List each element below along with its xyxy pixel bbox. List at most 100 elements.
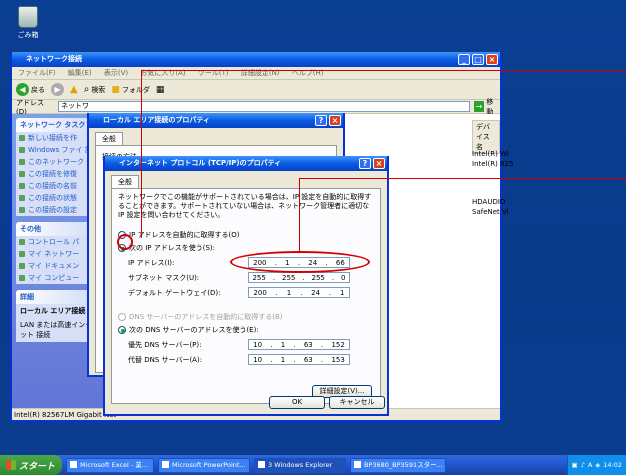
- windows-logo-icon: [6, 460, 16, 470]
- address-input[interactable]: ネットワ: [58, 101, 470, 112]
- ip-octet: 0: [341, 273, 346, 282]
- annotation-line: [299, 178, 300, 252]
- gateway-input[interactable]: 200. 1. 24. 1: [248, 287, 350, 298]
- annotation-line: [141, 70, 626, 71]
- explorer-title: ネットワーク接続: [26, 55, 82, 63]
- annotation-circle-radio: [117, 234, 133, 250]
- ip-octet: 10: [253, 355, 263, 364]
- tcpip-title: インターネット プロトコル (TCP/IP)のプロパティ: [119, 159, 282, 167]
- menu-edit[interactable]: 編集(E): [68, 69, 92, 77]
- explorer-menubar: ファイル(F) 編集(E) 表示(V) お気に入り(A) ツール(T) 詳細設定…: [12, 67, 500, 80]
- tcpip-titlebar[interactable]: インターネット プロトコル (TCP/IP)のプロパティ ? ×: [105, 156, 387, 171]
- menu-file[interactable]: ファイル(F): [18, 69, 56, 77]
- up-folder-icon: ▲: [70, 84, 78, 95]
- ip-octet: 63: [303, 355, 313, 364]
- taskbar-item-excel[interactable]: Microsoft Excel - 業...: [66, 457, 154, 473]
- auto-ip-radio[interactable]: IP アドレスを自動的に取得する(O): [118, 230, 374, 240]
- ip-octet: 63: [303, 340, 313, 349]
- excel-icon: [70, 460, 77, 468]
- device-name: HDAUDIO: [472, 198, 506, 206]
- tcpip-properties-dialog: インターネット プロトコル (TCP/IP)のプロパティ ? × 全般 ネットワ…: [103, 156, 389, 416]
- ip-octet: 10: [253, 340, 263, 349]
- gateway-row: デフォルト ゲートウェイ(D): 200. 1. 24. 1: [128, 286, 374, 299]
- folder-icon: ■: [111, 84, 120, 95]
- volume-icon[interactable]: ♪: [581, 461, 585, 469]
- tcpip-tab-body: ネットワークでこの機能がサポートされている場合は、IP 設定を自動的に取得するこ…: [111, 188, 381, 404]
- folders-label: フォルダ: [121, 85, 150, 94]
- cancel-button[interactable]: キャンセル: [329, 396, 385, 409]
- task-label: Microsoft Excel - 業...: [80, 460, 149, 469]
- recycle-bin-icon: [18, 6, 38, 28]
- ok-button[interactable]: OK: [269, 396, 325, 409]
- annotation-line: [299, 178, 626, 179]
- column-device-name[interactable]: デバイス名: [472, 120, 500, 154]
- ip-octet: 1: [340, 288, 345, 297]
- manual-ip-label: 次の IP アドレスを使う(S):: [129, 244, 215, 252]
- preferred-dns-input[interactable]: 10. 1. 63. 152: [248, 339, 350, 350]
- forward-button[interactable]: ▶: [51, 83, 64, 96]
- subnet-mask-input[interactable]: 255. 255. 255. 0: [248, 272, 350, 283]
- alternate-dns-input[interactable]: 10. 1. 63. 153: [248, 354, 350, 365]
- start-label: スタート: [19, 461, 56, 472]
- ip-octet: 255: [281, 273, 296, 282]
- search-button[interactable]: ⌕ 検索: [84, 84, 106, 95]
- taskbar-item-powerpoint[interactable]: Microsoft PowerPoint...: [158, 457, 250, 473]
- minimize-button[interactable]: _: [458, 54, 470, 65]
- search-label: 検索: [91, 85, 106, 94]
- ip-octet: 152: [331, 340, 345, 349]
- tcpip-description: ネットワークでこの機能がサポートされている場合は、IP 設定を自動的に取得するこ…: [118, 193, 372, 219]
- help-button[interactable]: ?: [359, 158, 371, 169]
- shield-icon[interactable]: ◈: [595, 461, 600, 469]
- manual-dns-radio[interactable]: 次の DNS サーバーのアドレスを使う(E):: [118, 325, 374, 335]
- start-button[interactable]: スタート: [0, 455, 62, 475]
- address-label: アドレス(D): [16, 98, 44, 116]
- up-folder-button[interactable]: ▲: [70, 84, 78, 95]
- maximize-button[interactable]: □: [472, 54, 484, 65]
- powerpoint-icon: [162, 460, 169, 468]
- manual-dns-label: 次の DNS サーバーのアドレスを使う(E):: [129, 326, 259, 334]
- system-tray: ▣ ♪ A ◈ 14:02: [566, 455, 626, 475]
- subnet-mask-label: サブネット マスク(U):: [128, 273, 200, 282]
- menu-view[interactable]: 表示(V): [104, 69, 128, 77]
- taskbar-item-document[interactable]: BP3680_BP3591スター...: [350, 457, 446, 473]
- help-button[interactable]: ?: [315, 115, 327, 126]
- recycle-bin[interactable]: ごみ箱: [10, 6, 46, 40]
- auto-dns-radio[interactable]: DNS サーバーのアドレスを自動的に取得する(B): [118, 312, 374, 322]
- annotation-circle-ip: [230, 251, 370, 273]
- tab-general[interactable]: 全般: [95, 132, 123, 145]
- device-name: SafeNet Vi: [472, 208, 509, 216]
- views-button[interactable]: ▦: [156, 85, 165, 95]
- ip-octet: 1: [280, 355, 286, 364]
- alternate-dns-label: 代替 DNS サーバー(A):: [128, 355, 203, 364]
- taskbar-item-explorer[interactable]: 3 Windows Explorer: [254, 457, 346, 473]
- ip-octet: 24: [311, 288, 321, 297]
- radio-checked-icon: [118, 326, 126, 334]
- tab-general[interactable]: 全般: [111, 175, 139, 188]
- tcpip-tabstrip: 全般: [111, 175, 381, 188]
- back-button[interactable]: ◀ 戻る: [16, 83, 45, 96]
- explorer-toolbar: ◀ 戻る ▶ ▲ ⌕ 検索 ■ フォルダ ▦: [12, 80, 500, 100]
- ime-icon[interactable]: A: [588, 461, 592, 469]
- views-icon: ▦: [155, 84, 165, 95]
- ip-octet: 1: [280, 340, 286, 349]
- explorer-titlebar[interactable]: ネットワーク接続 _ □ ×: [12, 52, 500, 67]
- folder-icon: [258, 460, 265, 468]
- alternate-dns-row: 代替 DNS サーバー(A): 10. 1. 63. 153: [128, 353, 374, 366]
- address-bar: アドレス(D) ネットワ → 移動: [12, 98, 500, 116]
- close-button[interactable]: ×: [373, 158, 385, 169]
- auto-ip-label: IP アドレスを自動的に取得する(O): [129, 231, 240, 239]
- task-label: 3 Windows Explorer: [268, 460, 333, 469]
- lan-properties-titlebar[interactable]: ローカル エリア接続のプロパティ ? ×: [89, 113, 343, 128]
- clock[interactable]: 14:02: [603, 461, 622, 469]
- recycle-bin-label: ごみ箱: [17, 31, 39, 39]
- manual-ip-radio[interactable]: 次の IP アドレスを使う(S):: [118, 243, 374, 253]
- network-icon[interactable]: ▣: [572, 461, 578, 469]
- device-name: Intel(R) Wi: [472, 150, 509, 158]
- close-button[interactable]: ×: [486, 54, 498, 65]
- task-label: Microsoft PowerPoint...: [172, 460, 246, 469]
- forward-arrow-icon: ▶: [51, 83, 64, 96]
- close-button[interactable]: ×: [329, 115, 341, 126]
- ip-octet: 200: [253, 288, 267, 297]
- folders-button[interactable]: ■ フォルダ: [111, 85, 150, 95]
- ip-octet: 1: [286, 288, 292, 297]
